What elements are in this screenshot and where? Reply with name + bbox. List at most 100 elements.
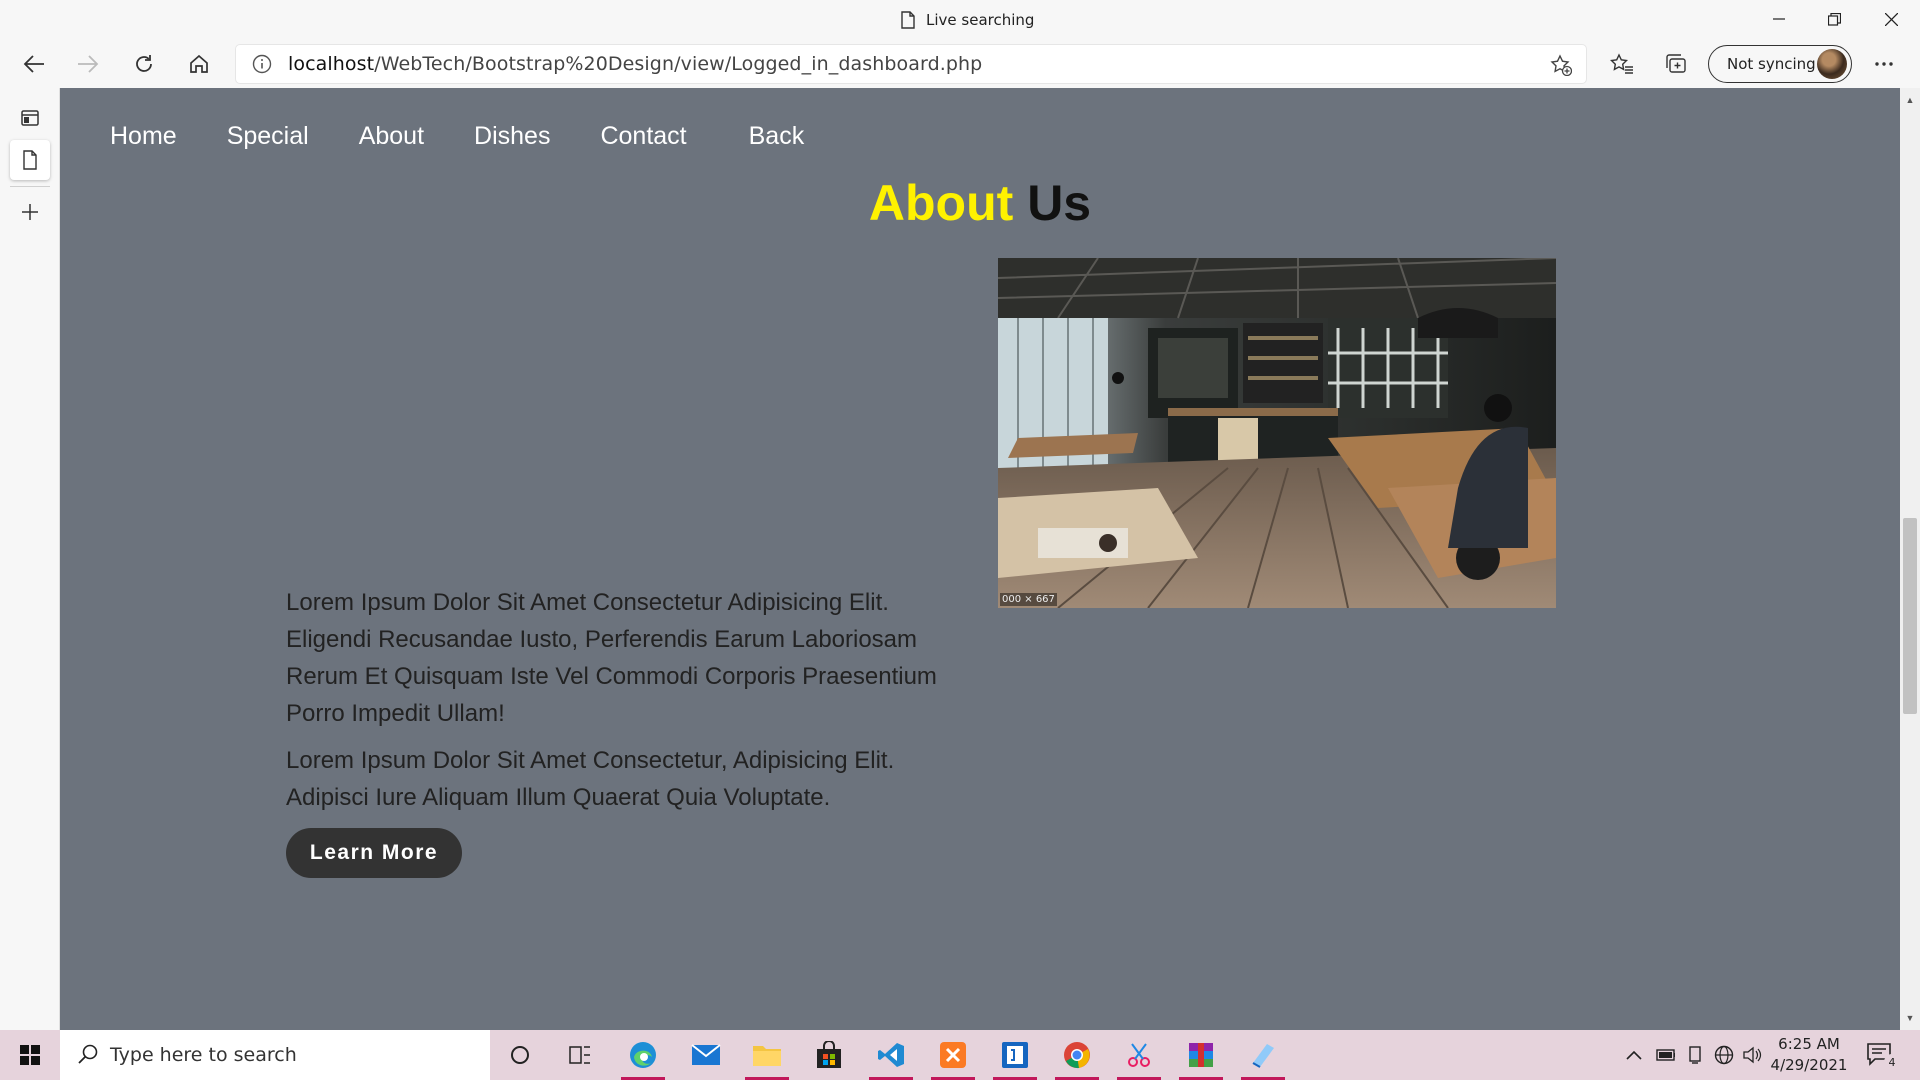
restaurant-photo: 000 × 667	[998, 258, 1556, 608]
task-view-button[interactable]	[550, 1030, 610, 1080]
show-hidden-icons[interactable]	[1624, 1045, 1644, 1065]
forward-button[interactable]	[68, 46, 108, 82]
about-paragraph-1: Lorem Ipsum Dolor Sit Amet Consectetur A…	[286, 589, 937, 727]
device-tray[interactable]	[1685, 1045, 1705, 1065]
favorites-button[interactable]	[1602, 46, 1642, 82]
page-viewport: Home Special About Dishes Contact Back A…	[60, 88, 1900, 1030]
taskbar-edge[interactable]	[613, 1030, 673, 1080]
forward-icon	[78, 55, 99, 73]
minimize-icon	[1773, 18, 1785, 20]
favorites-icon	[1610, 53, 1633, 74]
close-button[interactable]	[1862, 0, 1920, 38]
cortana-button[interactable]	[490, 1030, 550, 1080]
refresh-icon	[136, 55, 152, 72]
taskbar-mail[interactable]	[676, 1030, 736, 1080]
windows-logo-icon	[20, 1045, 40, 1065]
speaker-icon	[1743, 1046, 1762, 1064]
heading-accent: About	[868, 175, 1014, 231]
network-tray[interactable]	[1714, 1045, 1734, 1065]
nav-home[interactable]: Home	[110, 122, 177, 151]
address-bar[interactable]: localhost/WebTech/Bootstrap%20Design/vie…	[236, 45, 1586, 83]
more-icon	[1875, 62, 1893, 66]
taskbar-app[interactable]	[985, 1030, 1045, 1080]
chrome-icon	[1064, 1042, 1090, 1069]
battery-icon	[1656, 1049, 1675, 1061]
edge-icon	[630, 1042, 656, 1068]
volume-tray[interactable]	[1742, 1045, 1762, 1065]
tab-title-text: Live searching	[926, 11, 1035, 29]
back-button[interactable]	[14, 46, 54, 82]
profile-avatar	[1817, 49, 1847, 79]
tab-actions-icon	[21, 110, 39, 126]
rail-divider	[10, 186, 50, 187]
collections-button[interactable]	[1656, 46, 1696, 82]
device-icon	[1689, 1046, 1701, 1064]
mail-icon	[691, 1044, 721, 1065]
scroll-up-arrow[interactable]: ▲	[1904, 94, 1916, 106]
nav-contact[interactable]: Contact	[600, 122, 686, 151]
restore-button[interactable]	[1805, 0, 1863, 38]
action-center-button[interactable]: 4	[1866, 1042, 1902, 1070]
clock-time: 6:25 AM	[1778, 1035, 1840, 1053]
taskbar-snip[interactable]	[1109, 1030, 1169, 1080]
tab-actions-button[interactable]	[10, 98, 50, 138]
home-button[interactable]	[179, 46, 219, 82]
search-icon	[78, 1044, 98, 1064]
taskbar-chrome[interactable]	[1047, 1030, 1107, 1080]
nav-dishes[interactable]: Dishes	[474, 122, 550, 151]
vscode-icon	[878, 1043, 904, 1067]
title-bar: Live searching	[0, 0, 1920, 40]
nav-back[interactable]: Back	[749, 122, 805, 151]
sync-button[interactable]: Not syncing	[1708, 45, 1852, 83]
app-window-icon	[1002, 1042, 1028, 1068]
info-icon[interactable]	[252, 54, 272, 74]
taskbar-search-box[interactable]: Type here to search	[60, 1030, 490, 1080]
page-icon	[901, 11, 915, 29]
chevron-up-icon	[1626, 1050, 1642, 1060]
page-icon	[23, 150, 37, 170]
back-icon	[23, 55, 44, 73]
image-size-badge: 000 × 667	[1000, 593, 1057, 606]
settings-more-button[interactable]	[1864, 46, 1904, 82]
store-icon	[817, 1041, 841, 1068]
site-nav: Home Special About Dishes Contact Back	[110, 122, 854, 151]
minimize-button[interactable]	[1750, 0, 1808, 38]
taskbar: Type here to search 6:25 AM 4/29/2021 4	[0, 1030, 1920, 1080]
folder-icon	[753, 1046, 781, 1066]
taskbar-file-explorer[interactable]	[737, 1030, 797, 1080]
refresh-button[interactable]	[124, 46, 164, 82]
add-favorite-icon[interactable]	[1550, 54, 1572, 76]
start-button[interactable]	[0, 1030, 60, 1080]
taskbar-xampp[interactable]	[923, 1030, 983, 1080]
taskbar-winrar[interactable]	[1171, 1030, 1231, 1080]
learn-more-button[interactable]: Learn More	[286, 828, 462, 878]
browser-window: Live searching localhost/WebTech/Bootstr…	[0, 0, 1920, 1080]
close-icon	[1884, 12, 1898, 26]
task-view-icon	[569, 1046, 590, 1064]
url-text[interactable]: localhost/WebTech/Bootstrap%20Design/vie…	[288, 53, 982, 75]
taskbar-vscode[interactable]	[861, 1030, 921, 1080]
cafe-interior-image	[998, 258, 1556, 608]
search-placeholder: Type here to search	[110, 1044, 297, 1066]
restore-icon	[1827, 12, 1841, 26]
new-tab-button[interactable]	[10, 192, 50, 232]
tab-title[interactable]: Live searching	[900, 8, 1034, 32]
taskbar-clock[interactable]: 6:25 AM 4/29/2021	[1766, 1034, 1852, 1076]
vertical-tab-live-searching[interactable]	[10, 140, 50, 180]
scrollbar-thumb[interactable]	[1903, 518, 1917, 714]
url-path: /WebTech/Bootstrap%20Design/view/Logged_…	[374, 53, 983, 75]
winrar-icon	[1189, 1043, 1213, 1067]
plus-icon	[22, 204, 38, 220]
taskbar-app-2[interactable]	[1233, 1030, 1293, 1080]
notepad-icon	[1252, 1044, 1274, 1068]
globe-icon	[1714, 1045, 1734, 1065]
taskbar-store[interactable]	[799, 1030, 859, 1080]
url-host: localhost	[288, 53, 375, 75]
notification-count: 4	[1884, 1054, 1900, 1070]
about-paragraph-2: Lorem Ipsum Dolor Sit Amet Consectetur, …	[286, 747, 895, 811]
nav-about[interactable]: About	[359, 122, 424, 151]
page-scrollbar[interactable]: ▲ ▼	[1900, 88, 1920, 1030]
nav-special[interactable]: Special	[227, 122, 309, 151]
scroll-down-arrow[interactable]: ▼	[1904, 1012, 1916, 1024]
battery-tray[interactable]	[1655, 1045, 1675, 1065]
